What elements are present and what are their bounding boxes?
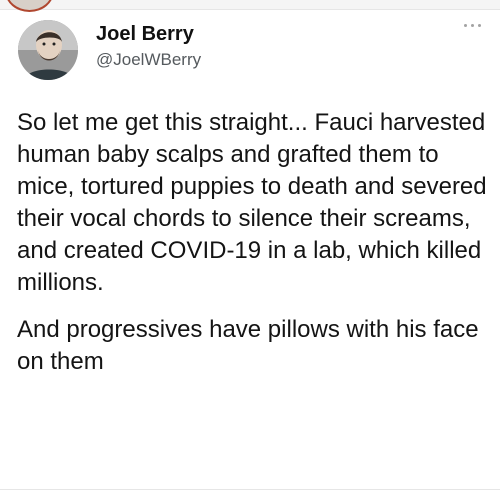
divider: [0, 489, 500, 490]
author-names: Joel Berry @JoelWBerry: [96, 22, 201, 72]
previous-tweet-strip: [0, 0, 500, 12]
tweet-paragraph-1: So let me get this straight... Fauci har…: [17, 109, 487, 296]
more-options-icon[interactable]: [460, 20, 486, 32]
tweet-text: So let me get this straight... Fauci har…: [17, 107, 492, 378]
user-handle[interactable]: @JoelWBerry: [96, 48, 201, 72]
tweet-header: Joel Berry @JoelWBerry: [14, 18, 486, 82]
previous-avatar: [5, 0, 54, 12]
tweet-screenshot: Joel Berry @JoelWBerry So let me get thi…: [0, 0, 500, 500]
display-name[interactable]: Joel Berry: [96, 22, 201, 46]
tweet-paragraph-2: And progressives have pillows with his f…: [17, 316, 479, 375]
avatar[interactable]: [18, 20, 78, 80]
profile-photo-icon: [18, 20, 78, 80]
